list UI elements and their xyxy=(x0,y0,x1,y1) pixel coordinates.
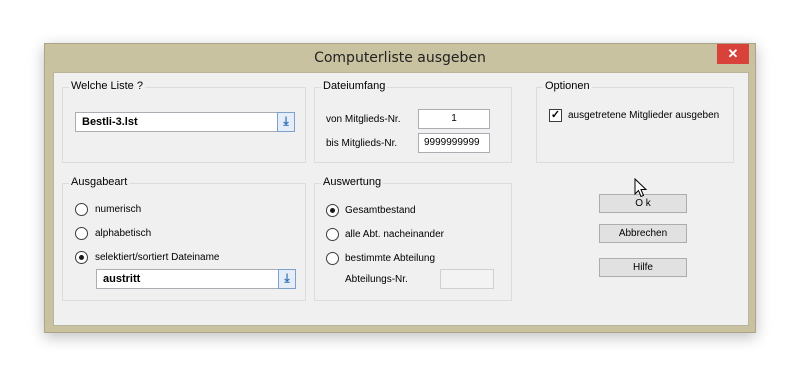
radio-gesamtbestand-label: Gesamtbestand xyxy=(345,205,416,216)
group-optionen: Optionen ✓ ausgetretene Mitglieder ausge… xyxy=(536,80,734,163)
dialog-title: Computerliste ausgeben xyxy=(314,50,486,66)
radio-alle-abt[interactable] xyxy=(326,228,339,241)
radio-numerisch[interactable] xyxy=(75,203,88,216)
help-button[interactable]: Hilfe xyxy=(599,258,687,277)
output-file-combo[interactable]: austritt ⤓ xyxy=(96,269,296,289)
group-title-optionen: Optionen xyxy=(543,80,592,92)
cancel-button[interactable]: Abbrechen xyxy=(599,224,687,243)
group-title-dateiumfang: Dateiumfang xyxy=(321,80,388,92)
group-auswertung: Auswertung Gesamtbestand alle Abt. nache… xyxy=(314,176,512,301)
to-member-label: bis Mitglieds-Nr. xyxy=(326,138,398,149)
output-file-value: austritt xyxy=(103,273,141,285)
group-title-auswertung: Auswertung xyxy=(321,176,384,188)
group-title-welche-liste: Welche Liste ? xyxy=(69,80,145,92)
checkbox-ausgetretene[interactable]: ✓ xyxy=(549,109,562,122)
group-title-ausgabeart: Ausgabeart xyxy=(69,176,130,188)
radio-alphabetisch[interactable] xyxy=(75,227,88,240)
group-welche-liste: Welche Liste ? Bestli-3.lst ⤓ xyxy=(62,80,306,163)
radio-alle-abt-label: alle Abt. nacheinander xyxy=(345,229,444,240)
radio-bestimmte-abteilung[interactable] xyxy=(326,252,339,265)
group-ausgabeart: Ausgabeart numerisch alphabetisch selekt… xyxy=(62,176,306,301)
from-member-input[interactable]: 1 xyxy=(418,109,490,129)
dialog-window: Computerliste ausgeben ✕ Welche Liste ? … xyxy=(44,43,756,333)
download-arrow-icon[interactable]: ⤓ xyxy=(277,112,295,132)
close-button[interactable]: ✕ xyxy=(717,44,749,64)
radio-selektiert-label: selektiert/sortiert Dateiname xyxy=(95,252,220,263)
radio-numerisch-label: numerisch xyxy=(95,204,142,215)
radio-alphabetisch-label: alphabetisch xyxy=(95,228,152,239)
mouse-cursor-icon xyxy=(634,178,648,198)
abteilung-nr-label: Abteilungs-Nr. xyxy=(345,274,408,285)
group-dateiumfang: Dateiumfang von Mitglieds-Nr. 1 bis Mitg… xyxy=(314,80,512,163)
radio-bestimmte-abteilung-label: bestimmte Abteilung xyxy=(345,253,436,264)
dialog-client-area: Welche Liste ? Bestli-3.lst ⤓ Dateiumfan… xyxy=(53,72,749,326)
list-file-value: Bestli-3.lst xyxy=(82,116,138,128)
checkbox-ausgetretene-label: ausgetretene Mitglieder ausgeben xyxy=(568,110,720,121)
radio-selektiert[interactable] xyxy=(75,251,88,264)
list-file-combo[interactable]: Bestli-3.lst ⤓ xyxy=(75,112,295,132)
download-arrow-icon[interactable]: ⤓ xyxy=(278,269,296,289)
radio-gesamtbestand[interactable] xyxy=(326,204,339,217)
to-member-input[interactable]: 9999999999 xyxy=(418,133,490,153)
abteilung-nr-input[interactable] xyxy=(440,269,494,289)
from-member-label: von Mitglieds-Nr. xyxy=(326,114,401,125)
